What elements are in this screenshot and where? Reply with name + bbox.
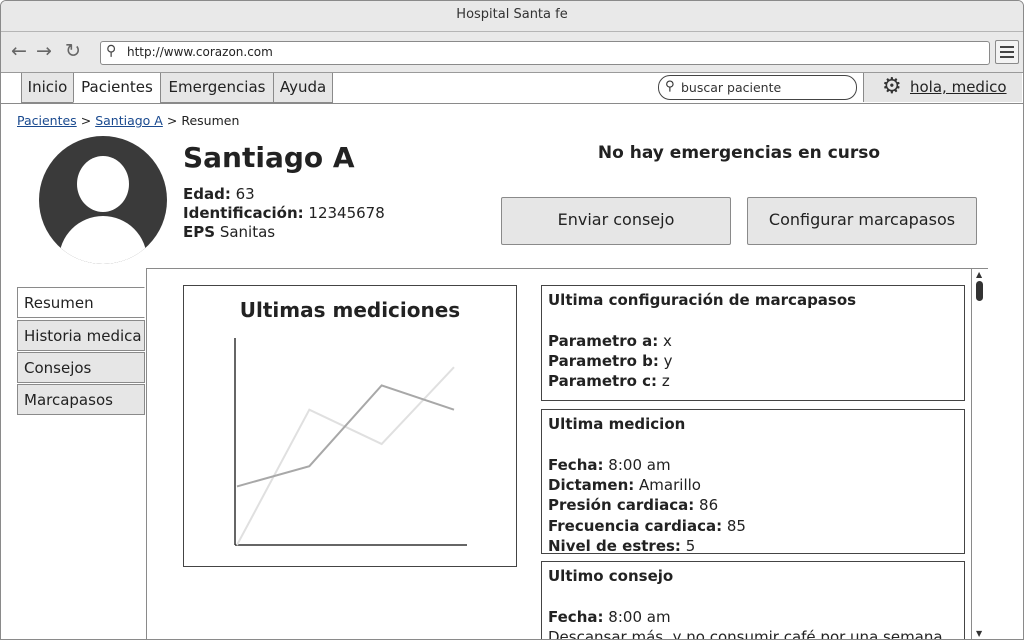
advice-card-title: Ultimo consejo <box>548 567 674 585</box>
patient-name: Santiago A <box>183 141 355 174</box>
last-measurement-card: Ultima medicion Fecha: 8:00 am Dictamen:… <box>541 409 965 554</box>
address-bar: ← → ↻ ⚲ http://www.corazon.com <box>1 32 1023 73</box>
emergency-status: No hay emergencias en curso <box>597 143 881 163</box>
tab-label: Ayuda <box>279 78 327 96</box>
user-menu[interactable]: ⚙ hola, medico <box>863 73 1022 102</box>
breadcrumb-santiago[interactable]: Santiago A <box>95 113 163 128</box>
search-icon: ⚲ <box>106 43 117 59</box>
tab-label: Emergencias <box>168 78 266 96</box>
id-label: Identificación: <box>183 204 304 222</box>
scrollbar-thumb[interactable] <box>976 281 983 301</box>
user-greeting-link[interactable]: hola, medico <box>910 78 1007 96</box>
row-value: y <box>663 352 673 370</box>
side-tab-label: Historia medica <box>24 327 142 345</box>
row-label: Fecha: <box>548 608 604 626</box>
tab-label: Inicio <box>27 78 68 96</box>
tab-label: Pacientes <box>81 78 153 96</box>
side-tab-label: Marcapasos <box>24 391 113 409</box>
row-value: 8:00 am <box>608 608 671 626</box>
row-value: z <box>661 372 670 390</box>
row-value: x <box>663 332 672 350</box>
config-row: Parametro b: y <box>548 352 673 370</box>
eps-label: EPS <box>183 223 216 241</box>
patient-eps: EPS Sanitas <box>183 223 275 241</box>
reload-icon[interactable]: ↻ <box>63 41 83 61</box>
url-field[interactable]: ⚲ http://www.corazon.com <box>100 41 990 65</box>
gear-icon[interactable]: ⚙ <box>882 75 902 99</box>
row-label: Parametro b: <box>548 352 659 370</box>
side-tab-resumen[interactable]: Resumen <box>17 287 145 318</box>
advice-text: Descansar más, y no consumir café por un… <box>548 628 943 640</box>
breadcrumb-separator: > <box>80 113 92 128</box>
side-tab-marcapasos[interactable]: Marcapasos <box>17 384 145 415</box>
send-advice-button[interactable]: Enviar consejo <box>501 197 731 245</box>
row-label: Presión cardiaca: <box>548 496 695 514</box>
row-value: Amarillo <box>639 476 701 494</box>
patient-avatar-icon <box>39 136 167 264</box>
url-text: http://www.corazon.com <box>127 45 273 59</box>
tab-emergencias[interactable]: Emergencias <box>160 73 274 103</box>
id-value: 12345678 <box>308 204 385 222</box>
back-arrow-icon[interactable]: ← <box>9 41 29 61</box>
configure-pacemaker-button[interactable]: Configurar marcapasos <box>747 197 977 245</box>
age-label: Edad: <box>183 185 231 203</box>
breadcrumb: Pacientes > Santiago A > Resumen <box>17 113 239 128</box>
patient-search-input[interactable]: ⚲ buscar paciente <box>658 75 857 100</box>
app-navbar: Inicio Pacientes Emergencias Ayuda ⚲ bus… <box>1 73 1023 104</box>
row-label: Parametro a: <box>548 332 659 350</box>
measurements-chart <box>234 338 467 546</box>
scrollbar[interactable]: ▲ ▼ <box>971 269 988 639</box>
scroll-up-icon[interactable]: ▲ <box>976 270 982 279</box>
search-icon: ⚲ <box>665 79 675 94</box>
chart-series-line-2 <box>236 366 455 546</box>
breadcrumb-separator: > <box>166 113 178 128</box>
eps-value: Sanitas <box>219 223 276 241</box>
row-label: Dictamen: <box>548 476 635 494</box>
last-advice-card: Ultimo consejo Fecha: 8:00 am Descansar … <box>541 561 965 640</box>
row-label: Fecha: <box>548 456 604 474</box>
row-label: Parametro c: <box>548 372 658 390</box>
row-value: 86 <box>699 496 719 514</box>
age-value: 63 <box>235 185 255 203</box>
side-tab-historia[interactable]: Historia medica <box>17 320 145 351</box>
row-value: 8:00 am <box>608 456 671 474</box>
measurement-row: Nivel de estres: 5 <box>548 537 696 554</box>
forward-arrow-icon[interactable]: → <box>34 41 54 61</box>
browser-window: Hospital Santa fe ← → ↻ ⚲ http://www.cor… <box>0 0 1024 640</box>
measurements-chart-card: Ultimas mediciones <box>183 285 517 567</box>
measurement-row: Dictamen: Amarillo <box>548 476 701 494</box>
measurement-row: Frecuencia cardiaca: 85 <box>548 517 746 535</box>
side-tab-consejos[interactable]: Consejos <box>17 352 145 383</box>
measurement-card-title: Ultima medicion <box>548 415 686 433</box>
measurement-row: Fecha: 8:00 am <box>548 456 671 474</box>
side-tab-label: Consejos <box>24 359 92 377</box>
row-label: Frecuencia cardiaca: <box>548 517 723 535</box>
advice-row: Fecha: 8:00 am <box>548 608 671 626</box>
patient-age: Edad: 63 <box>183 185 255 203</box>
tab-pacientes[interactable]: Pacientes <box>73 73 161 103</box>
tab-inicio[interactable]: Inicio <box>21 73 74 103</box>
config-row: Parametro c: z <box>548 372 670 390</box>
measurement-row: Presión cardiaca: 86 <box>548 496 718 514</box>
row-label: Nivel de estres: <box>548 537 681 554</box>
pacemaker-config-card: Ultima configuración de marcapasos Param… <box>541 285 965 401</box>
hamburger-menu-icon[interactable] <box>995 40 1019 64</box>
search-placeholder: buscar paciente <box>681 80 782 95</box>
title-bar: Hospital Santa fe <box>1 1 1023 32</box>
row-value: 5 <box>685 537 696 554</box>
window-title: Hospital Santa fe <box>456 7 568 22</box>
config-card-title: Ultima configuración de marcapasos <box>548 291 857 309</box>
tab-ayuda[interactable]: Ayuda <box>273 73 333 103</box>
side-tab-label: Resumen <box>24 294 94 312</box>
breadcrumb-pacientes[interactable]: Pacientes <box>17 113 77 128</box>
scroll-down-icon[interactable]: ▼ <box>976 629 982 638</box>
row-value: 85 <box>726 517 746 535</box>
config-row: Parametro a: x <box>548 332 672 350</box>
patient-id: Identificación: 12345678 <box>183 204 385 222</box>
breadcrumb-current: Resumen <box>181 113 240 128</box>
